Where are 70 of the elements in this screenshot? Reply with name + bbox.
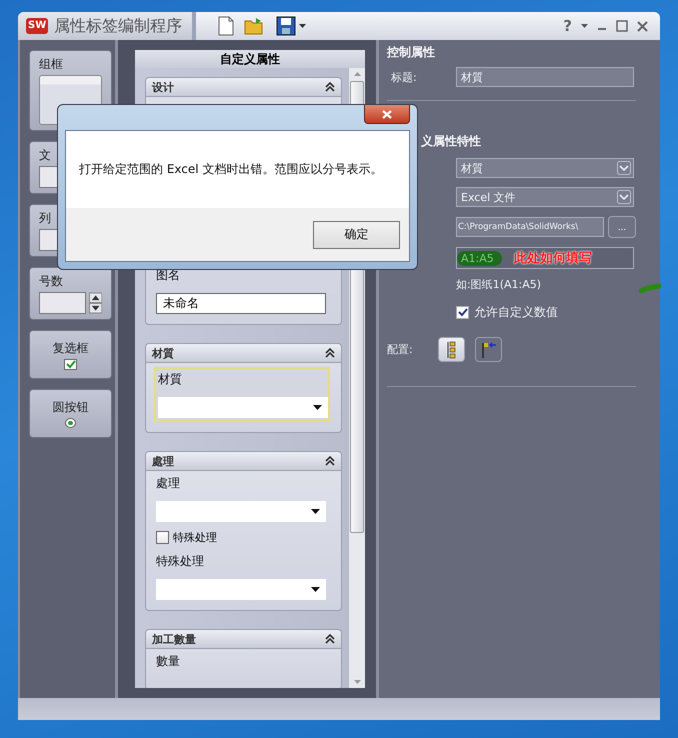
close-icon xyxy=(382,110,392,118)
tree-icon xyxy=(446,340,456,358)
file-path-field[interactable]: C:\ProgramData\SolidWorks\ xyxy=(456,217,604,237)
caret-icon[interactable] xyxy=(581,24,588,28)
dropdown-value: Excel 文件 xyxy=(461,190,516,204)
palette-label: 列 xyxy=(39,210,52,227)
new-document-icon[interactable] xyxy=(218,16,234,36)
checkbox[interactable] xyxy=(64,359,77,370)
group-header[interactable]: 设计 xyxy=(146,78,342,97)
palette-label: 组框 xyxy=(39,56,64,73)
group-title: 设计 xyxy=(152,80,174,94)
dropdown-value: 材質 xyxy=(461,160,483,176)
group-header[interactable]: 材質 xyxy=(146,344,342,363)
text-field[interactable]: 未命名 xyxy=(156,293,326,314)
palette-label: 文 xyxy=(39,147,52,164)
save-icon[interactable] xyxy=(276,16,296,36)
flag-icon xyxy=(480,340,496,358)
checkbox[interactable] xyxy=(456,306,469,319)
group-header[interactable]: 加工數量 xyxy=(146,630,342,649)
close-button[interactable] xyxy=(364,105,410,124)
group-title: 材質 xyxy=(152,346,174,360)
palette-label: 号数 xyxy=(39,273,64,290)
field-label: 标题: xyxy=(390,70,418,84)
collapse-icon[interactable] xyxy=(325,634,336,644)
dropdown[interactable]: 材質 xyxy=(456,158,634,178)
palette-item[interactable]: 复选框 xyxy=(29,330,112,379)
field-preview xyxy=(39,292,86,314)
app-logo-icon: SW xyxy=(26,18,48,34)
marker-stroke xyxy=(639,283,661,293)
field-label: 特殊处理 xyxy=(156,553,206,570)
palette-label: 圆按钮 xyxy=(52,399,88,416)
dropdown-arrow-icon xyxy=(311,509,320,514)
dropdown[interactable]: Excel 文件 xyxy=(456,187,634,207)
hint-text: 如:图纸1(A1:A5) xyxy=(455,277,542,292)
spin-buttons-icon[interactable] xyxy=(88,292,102,314)
error-message: 打开给定范围的 Excel 文档时出错。范围应以分号表示。 xyxy=(79,161,382,178)
field-label: 配置: xyxy=(387,342,414,357)
maximize-icon[interactable] xyxy=(616,20,628,32)
checkbox-label: 特殊处理 xyxy=(173,530,218,545)
collapse-icon[interactable] xyxy=(325,456,336,466)
panel-title: 自定义属性 xyxy=(135,50,366,68)
field-label: 數量 xyxy=(156,653,182,670)
group-header[interactable]: 處理 xyxy=(146,452,342,471)
range-value: A1:A5 xyxy=(461,252,494,264)
config-button[interactable] xyxy=(475,337,502,362)
group-title: 加工數量 xyxy=(152,632,196,646)
caption-field[interactable]: 材質 xyxy=(456,67,634,87)
field-label: 處理 xyxy=(156,475,182,492)
palette-item[interactable]: 号数 xyxy=(29,267,112,320)
ok-button[interactable]: 确定 xyxy=(313,220,400,248)
dropdown-arrow-icon xyxy=(313,405,322,410)
section-title: 控制属性 xyxy=(387,44,436,61)
window-title: 属性标签编制程序 xyxy=(54,16,182,36)
palette-label: 复选框 xyxy=(52,340,88,357)
collapse-icon[interactable] xyxy=(325,348,336,358)
dropdown-arrow-icon xyxy=(311,587,320,592)
help-button[interactable]: ? xyxy=(563,17,572,35)
palette-item[interactable]: 圆按钮 xyxy=(29,389,112,438)
section-title: 义属性特性 xyxy=(420,133,482,150)
annotation-note: 此处如何填写 xyxy=(514,250,592,267)
config-button[interactable] xyxy=(438,337,465,362)
checkbox-label: 允许自定义数值 xyxy=(474,304,558,321)
group-title: 處理 xyxy=(152,454,174,468)
checkbox[interactable] xyxy=(156,531,170,544)
caret-icon[interactable] xyxy=(299,24,306,28)
radio-button[interactable] xyxy=(65,418,76,428)
field-label: 材質 xyxy=(158,371,184,388)
browse-button[interactable]: ... xyxy=(608,216,636,238)
collapse-icon[interactable] xyxy=(325,82,336,92)
close-icon[interactable] xyxy=(637,20,648,32)
